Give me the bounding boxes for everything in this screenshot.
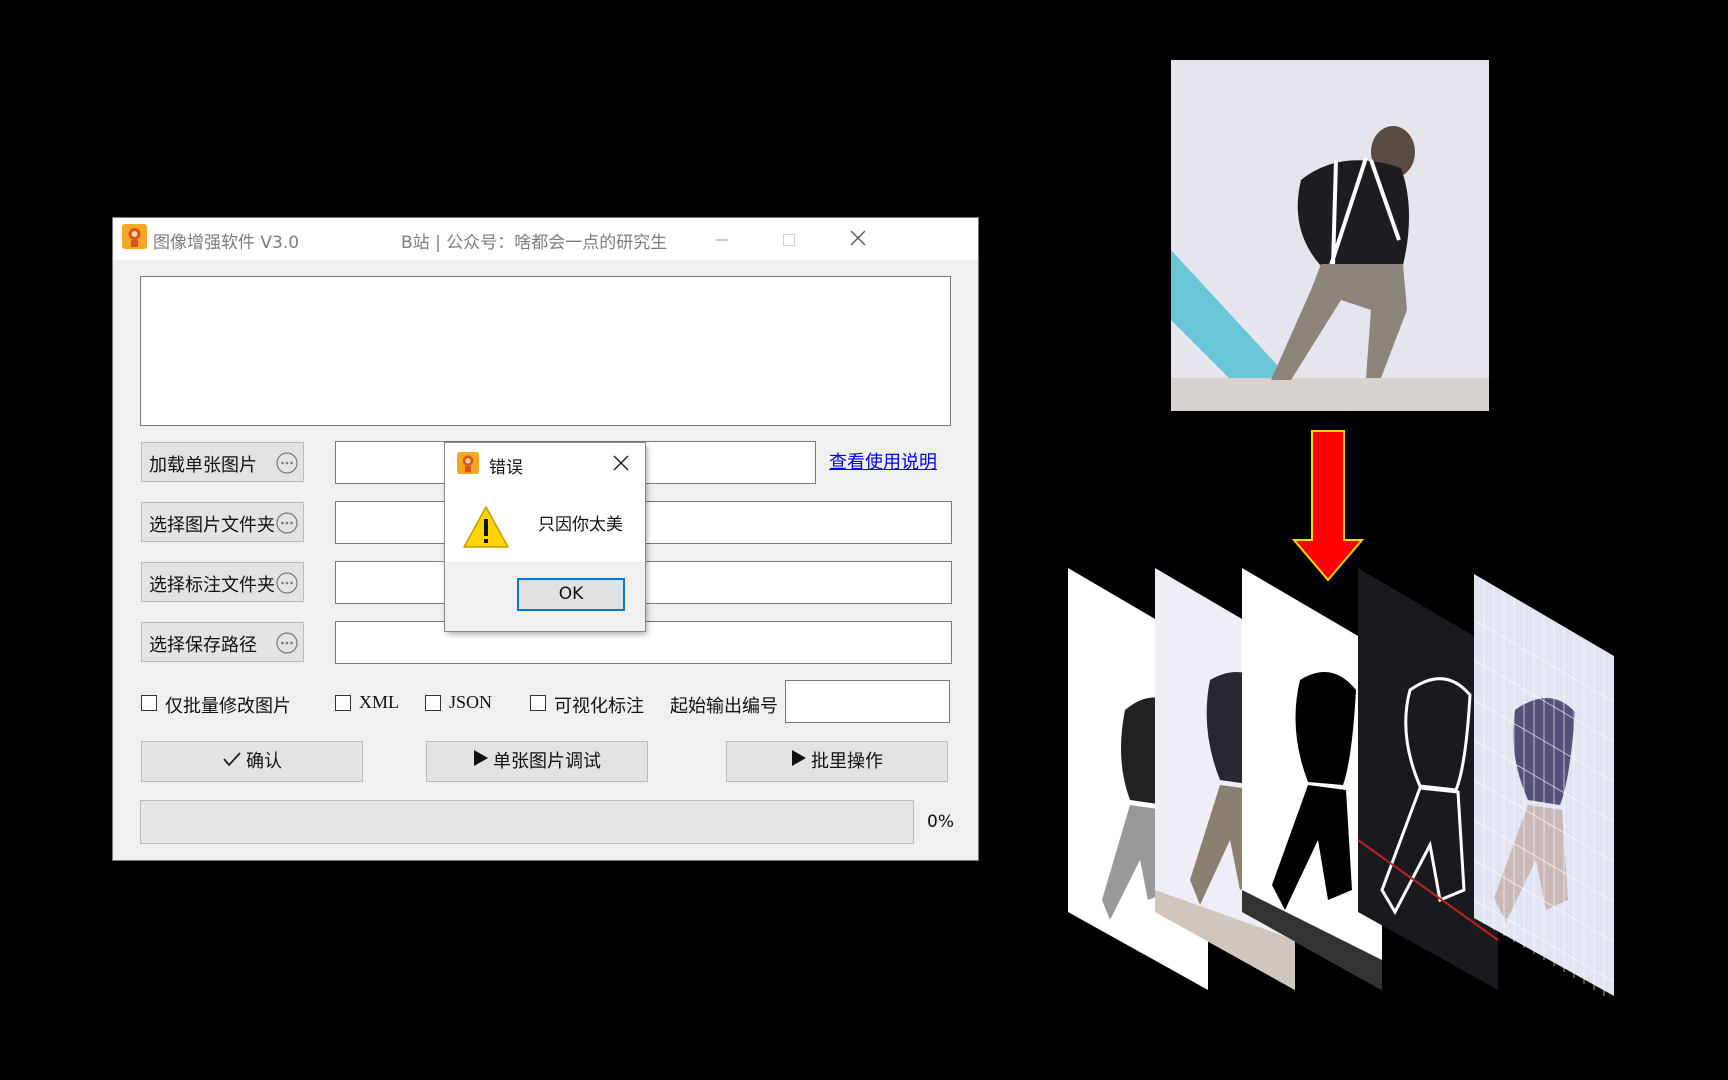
dialog-message: 只因你太美 [538, 515, 623, 535]
ok-button[interactable]: OK [517, 578, 625, 611]
checkbox-square[interactable] [141, 695, 157, 711]
error-dialog: 错误 只因你太美 OK [445, 443, 645, 631]
batch-modify-only-label: 仅批量修改图片 [165, 696, 291, 717]
warning-triangle-icon [463, 506, 509, 548]
close-button[interactable] [840, 224, 876, 252]
select-image-folder-label: 选择图片文件夹 [149, 515, 275, 536]
play-triangle-icon [792, 750, 806, 766]
json-label: JSON [449, 692, 493, 712]
minimize-icon [716, 239, 728, 241]
maximize-button[interactable] [771, 224, 807, 252]
batch-operation-button[interactable]: 批里操作 [726, 741, 948, 782]
checkbox-square[interactable] [335, 695, 351, 711]
progress-bar [140, 800, 914, 844]
select-label-folder-label: 选择标注文件夹 [149, 575, 275, 596]
visualize-labels-label: 可视化标注 [554, 696, 644, 717]
load-single-image-button[interactable]: 加载单张图片 [141, 442, 304, 482]
checkmark-icon [223, 752, 241, 767]
select-image-folder-button[interactable]: 选择图片文件夹 [141, 502, 304, 542]
window-title: 图像增强软件 V3.0 [153, 233, 300, 253]
checkbox-square[interactable] [530, 695, 546, 711]
dialog-title: 错误 [489, 458, 523, 478]
maximize-icon [783, 234, 795, 246]
image-preview-area [140, 276, 951, 426]
xml-label: XML [359, 692, 399, 712]
close-icon [850, 230, 866, 246]
ellipsis-circle-icon [276, 452, 298, 474]
app-avatar-icon [122, 224, 147, 249]
augmented-images-stack [1068, 568, 1615, 996]
select-label-folder-button[interactable]: 选择标注文件夹 [141, 562, 304, 602]
title-bar: 图像增强软件 V3.0 B站 | 公众号：啥都会一点的研究生 [113, 218, 978, 260]
help-link[interactable]: 查看使用说明 [829, 448, 937, 474]
select-save-path-button[interactable]: 选择保存路径 [141, 622, 304, 662]
play-triangle-icon [474, 750, 488, 766]
start-number-label: 起始输出编号 [670, 696, 778, 717]
start-number-input[interactable] [785, 680, 950, 723]
ellipsis-circle-icon [276, 632, 298, 654]
load-single-image-label: 加载单张图片 [149, 455, 257, 476]
select-save-path-label: 选择保存路径 [149, 635, 257, 656]
confirm-button[interactable]: 确认 [141, 741, 363, 782]
single-image-debug-button[interactable]: 单张图片调试 [426, 741, 648, 782]
window-subtitle: B站 | 公众号：啥都会一点的研究生 [401, 233, 668, 253]
single-image-debug-label: 单张图片调试 [493, 751, 601, 772]
ellipsis-circle-icon [276, 512, 298, 534]
batch-operation-label: 批里操作 [811, 751, 883, 772]
dialog-title-bar: 错误 [445, 443, 645, 483]
minimize-button[interactable] [704, 224, 740, 252]
app-avatar-icon [457, 452, 479, 474]
confirm-label: 确认 [246, 751, 282, 772]
ellipsis-circle-icon [276, 572, 298, 594]
close-icon[interactable] [611, 453, 631, 473]
progress-percent: 0% [927, 812, 954, 832]
checkbox-square[interactable] [425, 695, 441, 711]
source-dancer-image [1171, 60, 1489, 411]
